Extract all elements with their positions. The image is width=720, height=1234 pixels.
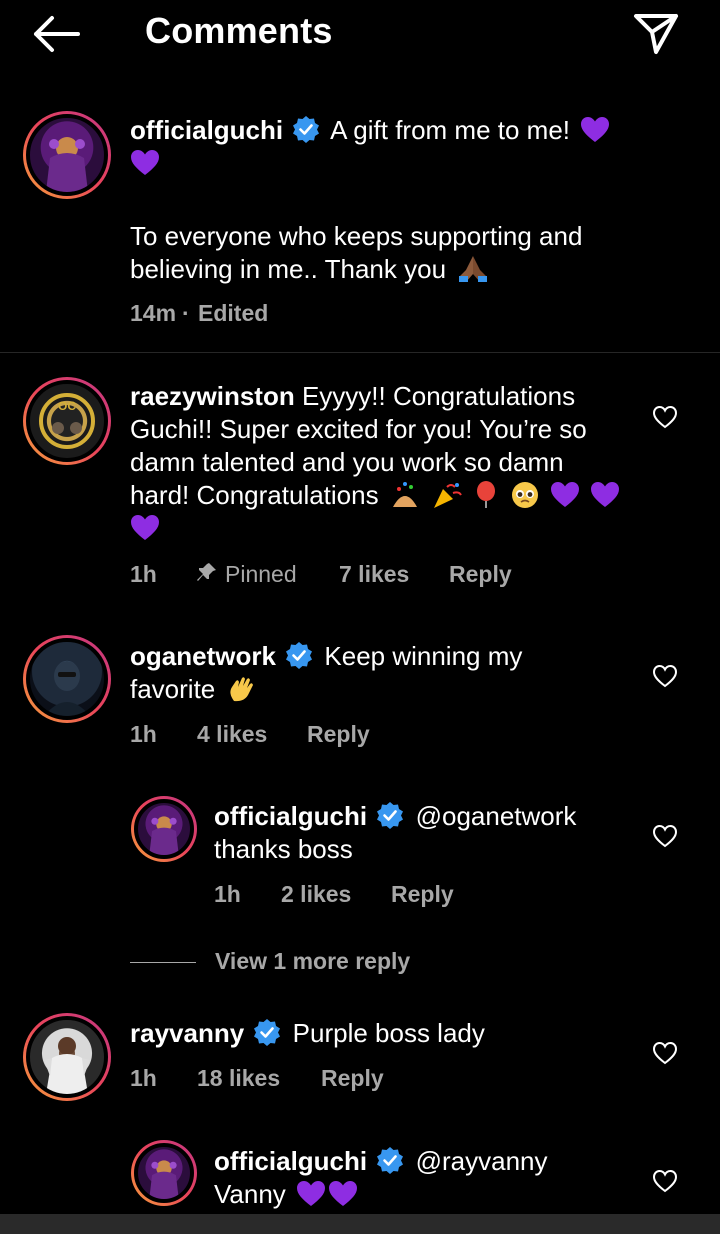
pin-icon xyxy=(197,563,216,581)
comment-line-2: favorite xyxy=(130,674,216,704)
purple-heart-icon xyxy=(131,515,159,540)
likes-count[interactable]: 4 likes xyxy=(197,721,267,748)
heart-like-icon[interactable] xyxy=(652,664,678,688)
avatar[interactable] xyxy=(23,1013,111,1101)
heart-like-icon[interactable] xyxy=(652,824,678,848)
svg-text:OC: OC xyxy=(58,399,76,413)
username[interactable]: officialguchi xyxy=(130,115,283,145)
view-more-label[interactable]: View 1 more reply xyxy=(215,948,410,975)
caption-body: To everyone who keeps supporting and bel… xyxy=(130,220,690,286)
edited-label: Edited xyxy=(198,300,269,326)
username[interactable]: oganetwork xyxy=(130,641,276,671)
likes-count[interactable]: 18 likes xyxy=(197,1065,280,1092)
avatar[interactable]: OC xyxy=(23,377,111,465)
party-popper-icon xyxy=(434,483,462,508)
balloon-icon xyxy=(477,481,496,508)
comment-text: rayvanny Purple boss lady xyxy=(130,1017,650,1050)
timestamp: 14m xyxy=(130,300,177,326)
comment-meta: 1h 18 likes Reply xyxy=(130,1065,430,1093)
share-send-icon[interactable] xyxy=(630,8,682,56)
avatar-image-oganetwork xyxy=(44,661,90,716)
heart-like-icon[interactable] xyxy=(652,1041,678,1065)
reply-button[interactable]: Reply xyxy=(321,1065,384,1092)
purple-heart-icon xyxy=(329,1181,358,1206)
verified-badge-icon xyxy=(377,1147,404,1174)
verified-badge-icon xyxy=(254,1019,281,1046)
avatar[interactable] xyxy=(131,1140,197,1206)
likes-count[interactable]: 2 likes xyxy=(281,881,351,908)
reply-button[interactable]: Reply xyxy=(391,881,454,908)
header: Comments xyxy=(0,0,720,72)
username[interactable]: raezywinston xyxy=(130,381,295,411)
reply-button[interactable]: Reply xyxy=(449,561,512,588)
confetti-ball-icon xyxy=(392,482,417,507)
purple-heart-icon xyxy=(131,150,159,175)
timestamp: 1h xyxy=(214,881,241,907)
avatar[interactable] xyxy=(23,635,111,723)
username[interactable]: officialguchi xyxy=(214,1146,367,1176)
heart-like-icon[interactable] xyxy=(652,1169,678,1193)
purple-heart-icon xyxy=(297,1181,326,1206)
comment-line-1: Keep winning my xyxy=(324,641,523,671)
avatar-image-officialguchi xyxy=(149,816,179,855)
back-arrow-icon[interactable] xyxy=(30,12,82,56)
verified-badge-icon xyxy=(293,116,320,143)
avatar[interactable] xyxy=(131,796,197,862)
comment-meta: 1h 4 likes Reply xyxy=(130,721,430,749)
reply-meta: 1h 2 likes Reply xyxy=(214,881,514,909)
timestamp: 1h xyxy=(130,1065,157,1091)
avatar-image-raezywinston: OC xyxy=(39,393,95,449)
bottom-input-bar xyxy=(0,1214,720,1234)
separator: · xyxy=(182,300,190,326)
verified-badge-icon xyxy=(377,802,404,829)
caption-line-3: believing in me.. Thank you xyxy=(130,254,447,284)
comment-text: raezywinston Eyyyy!! Congratulations Guc… xyxy=(130,380,650,545)
page-title: Comments xyxy=(145,10,333,51)
comments-screen: Comments officialguchi A gift from me to… xyxy=(0,0,720,1234)
reply-text: officialguchi @oganetwork thanks boss xyxy=(214,800,634,866)
likes-count[interactable]: 7 likes xyxy=(339,561,409,588)
avatar-image-officialguchi xyxy=(149,1160,179,1199)
caption-text: officialguchi A gift from me to me! xyxy=(130,114,690,180)
divider xyxy=(0,352,720,353)
comment-line-2: thanks boss xyxy=(214,834,353,864)
caption-meta: 14m · Edited xyxy=(130,300,430,328)
mention-link[interactable]: @oganetwork xyxy=(416,801,577,831)
reply-button[interactable]: Reply xyxy=(307,721,370,748)
heart-like-icon[interactable] xyxy=(652,405,678,429)
avatar-image-rayvanny xyxy=(44,1037,90,1094)
comment-line-3: damn talented and you work so damn xyxy=(130,447,564,477)
pleading-face-icon xyxy=(511,482,538,508)
comment-line-1: Eyyyy!! Congratulations xyxy=(301,381,576,411)
caption-line-2: To everyone who keeps supporting and xyxy=(130,221,583,251)
username[interactable]: rayvanny xyxy=(130,1018,244,1048)
divider-line xyxy=(130,962,196,963)
comment-line-4: hard! Congratulations xyxy=(130,480,379,510)
pinned-label: Pinned xyxy=(225,561,297,587)
waving-hand-icon xyxy=(229,677,253,702)
reply-text: officialguchi @rayvanny Vanny xyxy=(214,1145,634,1211)
timestamp: 1h xyxy=(130,721,157,747)
purple-heart-icon xyxy=(591,482,620,507)
comment-line-2: Guchi!! Super excited for you! You’re so xyxy=(130,414,587,444)
comment-line-1: Purple boss lady xyxy=(292,1018,485,1048)
purple-heart-icon xyxy=(550,482,579,507)
comment-text: oganetwork Keep winning my favorite xyxy=(130,640,650,706)
comment-line-2: Vanny xyxy=(214,1179,286,1209)
comment-meta: 1h Pinned 7 likes Reply xyxy=(130,561,550,589)
purple-heart-icon xyxy=(581,117,610,142)
mention-link[interactable]: @rayvanny xyxy=(416,1146,548,1176)
avatar-image-officialguchi xyxy=(46,137,88,192)
username[interactable]: officialguchi xyxy=(214,801,367,831)
caption-line-1: A gift from me to me! xyxy=(330,115,571,145)
verified-badge-icon xyxy=(286,642,313,669)
avatar[interactable] xyxy=(23,111,111,199)
timestamp: 1h xyxy=(130,561,157,587)
praying-hands-icon xyxy=(459,256,488,282)
